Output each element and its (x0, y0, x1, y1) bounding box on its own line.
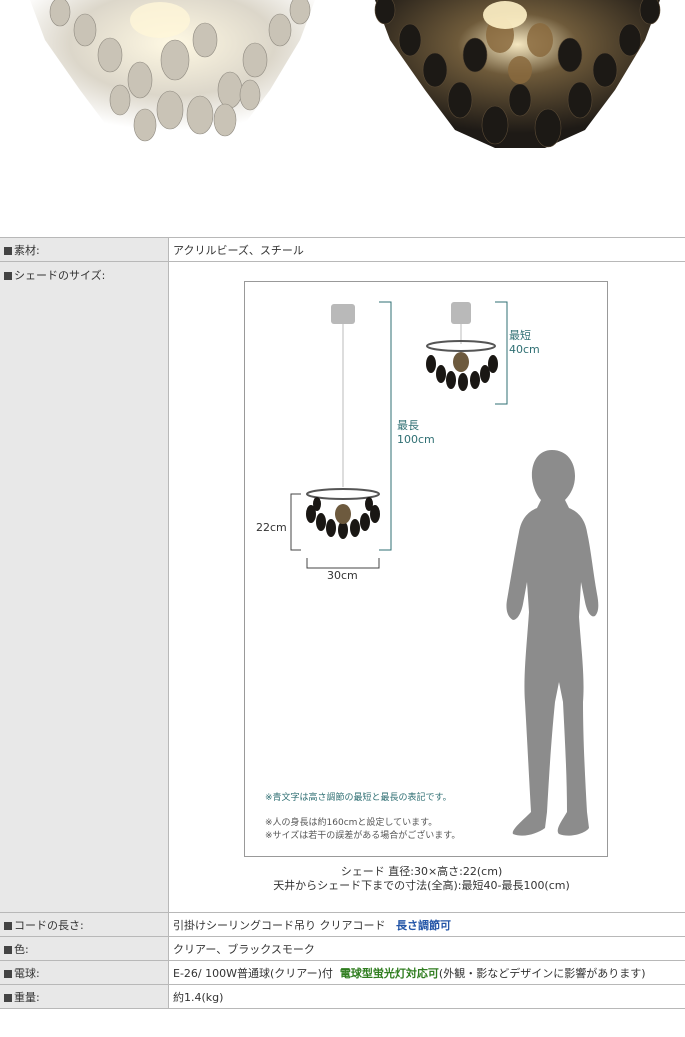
height-dimension: 22cm (256, 521, 287, 534)
square-bullet-icon (4, 969, 12, 978)
cord-value: 引掛けシーリングコード吊り クリアコード (173, 918, 386, 932)
spec-row-material: 素材: アクリルビーズ、スチール (0, 237, 685, 262)
chandelier-short-icon (426, 340, 498, 391)
note-blue-text: ※青文字は高さ調節の最短と最長の表記です。 (265, 793, 452, 803)
longest-label: 最長 (397, 419, 419, 432)
color-value: クリアー、ブラックスモーク (168, 936, 685, 961)
square-bullet-icon (4, 921, 12, 930)
shortest-value: 40cm (509, 343, 540, 356)
material-label: 素材: (14, 243, 40, 257)
width-dimension: 30cm (327, 569, 358, 582)
weight-label: 重量: (14, 990, 40, 1004)
chandelier-long-icon (306, 488, 380, 539)
note-tolerance: ※サイズは若干の誤差がある場合がございます。 (265, 831, 461, 841)
longest-value: 100cm (397, 433, 435, 446)
chandelier-photos-image (30, 0, 661, 148)
bulb-label: 電球: (14, 966, 40, 980)
bulb-compatibility: 電球型蛍光灯対応可 (339, 966, 439, 980)
size-caption-line2: 天井からシェード下までの寸法(全高):最短40-最長100(cm) (273, 879, 570, 892)
spec-row-shade-size: シェードのサイズ: 最短 40cm 最長 100cm 22cm 30cm ※青文… (0, 261, 685, 913)
note-height: ※人の身長は約160cmと設定しています。 (265, 818, 438, 828)
cord-adjustable-badge: 長さ調節可 (396, 918, 451, 932)
square-bullet-icon (4, 993, 12, 1002)
size-diagram: 最短 40cm 最長 100cm 22cm 30cm ※青文字は高さ調節の最短と… (244, 281, 608, 857)
size-diagram-illustration (290, 301, 599, 836)
shortest-label: 最短 (509, 329, 531, 342)
spec-row-cord: コードの長さ: 引掛けシーリングコード吊り クリアコード 長さ調節可 (0, 912, 685, 937)
ceiling-canopy-icon (451, 302, 471, 324)
square-bullet-icon (4, 272, 12, 280)
spec-row-color: 色: クリアー、ブラックスモーク (0, 936, 685, 961)
spec-row-bulb: 電球: E-26/ 100W普通球(クリアー)付 電球型蛍光灯対応可(外観・影な… (0, 960, 685, 985)
shade-size-label: シェードのサイズ: (14, 269, 106, 282)
square-bullet-icon (4, 246, 12, 255)
clear-chandelier-photo (30, 0, 315, 145)
square-bullet-icon (4, 945, 12, 954)
ceiling-canopy-icon (331, 304, 355, 324)
person-silhouette-icon (506, 450, 599, 836)
bulb-value: E-26/ 100W普通球(クリアー)付 (173, 966, 333, 980)
material-value: アクリルビーズ、スチール (168, 237, 685, 262)
weight-value: 約1.4(kg) (168, 984, 685, 1009)
color-label: 色: (14, 942, 29, 956)
product-photos (0, 0, 685, 160)
cord-label: コードの長さ: (14, 918, 84, 932)
spec-row-weight: 重量: 約1.4(kg) (0, 984, 685, 1009)
spec-table: 素材: アクリルビーズ、スチール シェードのサイズ: 最短 40cm 最長 10… (0, 237, 685, 1009)
black-smoke-chandelier-photo (374, 0, 661, 148)
bulb-note: (外観・影などデザインに影響があります) (438, 966, 646, 980)
